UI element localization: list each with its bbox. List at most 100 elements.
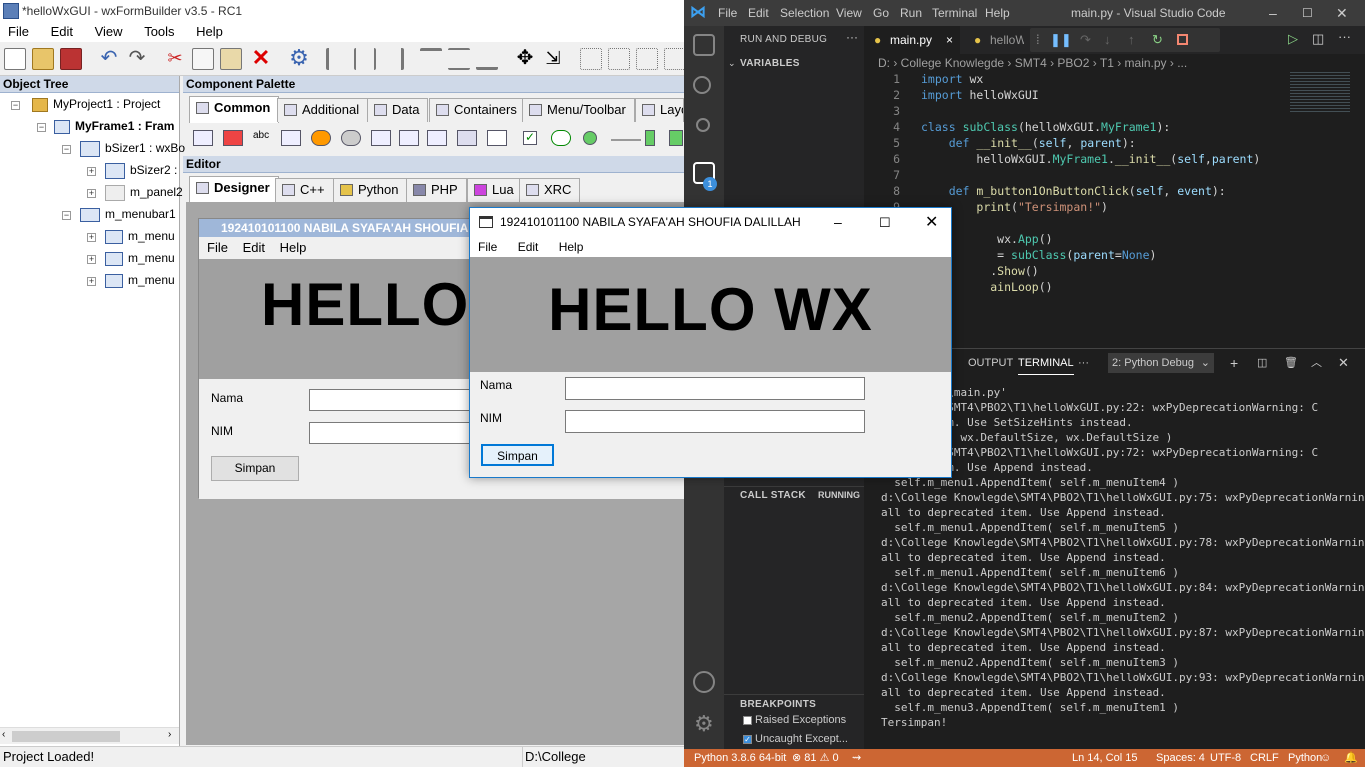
- static-line-widget-icon[interactable]: [611, 139, 641, 141]
- breakpoints-section[interactable]: BREAKPOINTS: [740, 699, 816, 710]
- redo-icon[interactable]: ↷: [126, 48, 148, 70]
- maximize-icon[interactable]: ☐: [879, 208, 891, 237]
- account-icon[interactable]: [693, 671, 715, 693]
- drag-handle-icon[interactable]: ⁞: [1036, 28, 1040, 52]
- tree-item-panel[interactable]: m_panel2: [105, 185, 183, 201]
- align-center-icon[interactable]: [354, 48, 376, 70]
- tree-item-menu[interactable]: m_menu: [105, 229, 175, 244]
- debug-status-icon[interactable]: ⇝: [852, 749, 861, 767]
- vs-menu-go[interactable]: Go: [873, 0, 889, 26]
- status-cursor-position[interactable]: Ln 14, Col 15: [1072, 749, 1137, 767]
- combo-widget-icon[interactable]: [341, 130, 361, 146]
- editor-tab-xrc[interactable]: XRC: [519, 178, 581, 202]
- trash-icon[interactable]: 🗑: [1284, 349, 1298, 377]
- call-stack-section[interactable]: CALL STACK: [740, 490, 806, 501]
- undo-icon[interactable]: ↶: [98, 48, 120, 70]
- designer-simpan-button[interactable]: Simpan: [211, 456, 299, 481]
- scroll-left-icon[interactable]: ‹: [2, 729, 5, 740]
- button-widget-icon[interactable]: [193, 130, 213, 146]
- tree-expand-toggle[interactable]: +: [87, 277, 96, 286]
- wxfb-menu-edit[interactable]: Edit: [51, 24, 73, 39]
- tree-expand-toggle[interactable]: +: [87, 189, 96, 198]
- border-right-icon[interactable]: [608, 48, 630, 70]
- restart-icon[interactable]: ↻: [1152, 28, 1163, 52]
- delete-icon[interactable]: ✕: [250, 47, 272, 70]
- wxfb-menu-tools[interactable]: Tools: [144, 24, 174, 39]
- palette-tab-common[interactable]: Common: [189, 96, 280, 123]
- align-middle-icon[interactable]: [448, 48, 470, 70]
- tree-item-menu[interactable]: m_menu: [105, 273, 175, 288]
- step-over-icon[interactable]: ↷: [1080, 28, 1091, 52]
- designer-menu-edit[interactable]: Edit: [243, 240, 265, 255]
- minimize-icon[interactable]: –: [834, 208, 842, 237]
- breadcrumb[interactable]: D: › College Knowlegde › SMT4 › PBO2 › T…: [864, 54, 1365, 72]
- tree-collapse-toggle[interactable]: −: [62, 211, 71, 220]
- editor-tab-php[interactable]: PHP: [406, 178, 467, 202]
- editor-tab-lua[interactable]: Lua: [467, 178, 523, 202]
- close-icon[interactable]: ✕: [1336, 0, 1348, 26]
- gauge-widget-icon[interactable]: [669, 130, 683, 146]
- close-icon[interactable]: ✕: [925, 208, 938, 237]
- tree-expand-toggle[interactable]: +: [87, 255, 96, 264]
- settings-gear-icon[interactable]: ⚙: [288, 47, 310, 70]
- editor-tab-python[interactable]: Python: [333, 178, 408, 202]
- tree-collapse-toggle[interactable]: −: [62, 145, 71, 154]
- more-icon[interactable]: ···: [1078, 349, 1089, 377]
- palette-tab-menu-toolbar[interactable]: Menu/Toolbar: [522, 98, 635, 122]
- expand-icon[interactable]: ✥: [514, 48, 536, 70]
- tree-item-bsizer1[interactable]: bSizer1 : wxBo: [80, 141, 185, 157]
- wxfb-menu-help[interactable]: Help: [196, 24, 223, 39]
- app-menu-help[interactable]: Help: [559, 240, 584, 254]
- text-ctrl-widget-icon[interactable]: [281, 130, 301, 146]
- wxfb-menu-file[interactable]: File: [8, 24, 29, 39]
- paste-icon[interactable]: [220, 48, 242, 70]
- app-menu-edit[interactable]: Edit: [518, 240, 539, 254]
- tree-expand-toggle[interactable]: +: [87, 167, 96, 176]
- simpan-button[interactable]: Simpan: [481, 444, 554, 466]
- listctrl-widget-icon[interactable]: [427, 130, 447, 146]
- minimap[interactable]: [1290, 72, 1350, 112]
- align-bottom-icon[interactable]: [476, 48, 498, 70]
- bitmap-button-widget-icon[interactable]: [223, 130, 243, 146]
- vs-menu-help[interactable]: Help: [985, 0, 1010, 26]
- settings-gear-icon[interactable]: ⚙: [694, 713, 714, 735]
- bitmap-widget-icon[interactable]: [311, 130, 331, 146]
- editor-tab-cpp[interactable]: C++: [275, 178, 334, 202]
- tree-item-menubar[interactable]: m_menubar1: [80, 207, 176, 222]
- nim-input[interactable]: [565, 410, 865, 433]
- tree-hscroll-thumb[interactable]: [12, 731, 120, 742]
- stretch-icon[interactable]: ⇲: [542, 48, 564, 70]
- variables-section[interactable]: VARIABLES: [740, 58, 800, 69]
- status-eol[interactable]: CRLF: [1250, 749, 1279, 767]
- maximize-panel-icon[interactable]: ︿: [1311, 349, 1322, 377]
- slider-widget-icon[interactable]: [645, 130, 655, 146]
- tab-main-py[interactable]: ● main.py ×: [864, 26, 960, 54]
- tree-item-frame[interactable]: MyFrame1 : Fram: [54, 119, 174, 134]
- tab-hellowxgui[interactable]: ● helloWxG: [964, 26, 1024, 54]
- listbox-widget-icon[interactable]: [399, 130, 419, 146]
- panel-tab-output[interactable]: OUTPUT: [968, 349, 1013, 377]
- vs-menu-edit[interactable]: Edit: [748, 0, 769, 26]
- cut-icon[interactable]: ✂: [164, 48, 186, 70]
- align-top-icon[interactable]: [420, 48, 442, 70]
- status-indentation[interactable]: Spaces: 4: [1156, 749, 1205, 767]
- radiobutton-widget-icon[interactable]: [583, 131, 597, 145]
- static-text-widget-icon[interactable]: abc: [253, 130, 273, 146]
- search-icon[interactable]: [693, 76, 711, 94]
- grid-widget-icon[interactable]: [457, 130, 477, 146]
- palette-tab-containers[interactable]: Containers: [429, 98, 526, 122]
- more-actions-icon[interactable]: ···: [846, 30, 858, 44]
- uncaught-exceptions-checkbox[interactable]: ✓: [743, 735, 752, 744]
- status-python-interpreter[interactable]: Python 3.8.6 64-bit: [694, 749, 786, 767]
- pause-icon[interactable]: ❚❚: [1050, 28, 1072, 52]
- vs-menu-selection[interactable]: Selection: [780, 0, 829, 26]
- hello-wx-app-window[interactable]: 192410101100 NABILA SYAFA'AH SHOUFIA DAL…: [469, 207, 952, 478]
- align-left-icon[interactable]: [326, 48, 348, 70]
- status-language[interactable]: Python: [1288, 749, 1322, 767]
- designer-menu-file[interactable]: File: [207, 240, 228, 255]
- vs-menu-terminal[interactable]: Terminal: [932, 0, 977, 26]
- step-into-icon[interactable]: ↓: [1104, 28, 1111, 52]
- align-right-icon[interactable]: [382, 48, 404, 70]
- close-tab-icon[interactable]: ×: [946, 26, 953, 54]
- menu-widget-icon[interactable]: [487, 130, 507, 146]
